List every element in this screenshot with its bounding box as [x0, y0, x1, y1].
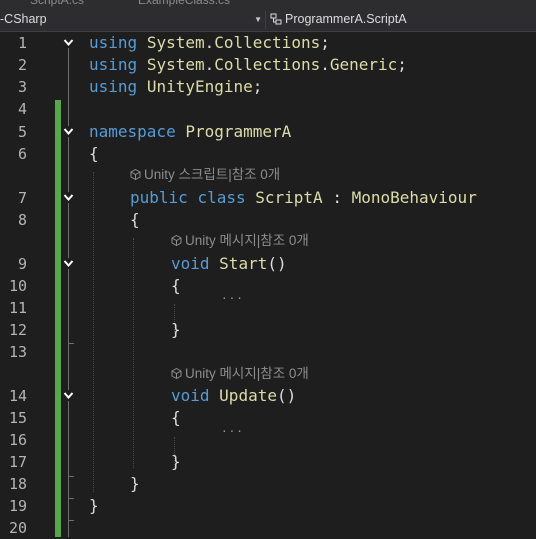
class-icon [270, 13, 282, 25]
code-line[interactable]: 2 using System.Collections.Generic; [0, 54, 536, 76]
line-number: 1 [17, 34, 27, 52]
code-text: { [130, 210, 140, 229]
code-line[interactable]: 15 { [0, 407, 536, 429]
code-line[interactable]: 5 namespace ProgrammerA [0, 121, 536, 143]
code-line[interactable]: 18} [0, 473, 536, 495]
tab-exampleclass[interactable]: ExampleClass.cs [138, 0, 230, 8]
project-label: -CSharp [0, 12, 47, 26]
code-text: } [89, 496, 99, 515]
code-line[interactable]: 10 { [0, 275, 536, 297]
collapse-toggle-icon[interactable] [63, 126, 74, 137]
code-text: namespace ProgrammerA [89, 122, 292, 141]
code-lens-update[interactable]: Unity 메시지|참조 0개 [171, 363, 309, 385]
code-line[interactable]: 17} [0, 451, 536, 473]
code-text: public class ScriptA : MonoBehaviour [130, 188, 477, 207]
line-number: 17 [8, 453, 27, 471]
code-text: void Start() [171, 254, 287, 273]
chevron-down-icon: ▼ [254, 15, 262, 24]
code-line[interactable]: 3 using UnityEngine; [0, 76, 536, 98]
code-line[interactable]: 13 [0, 341, 536, 363]
unity-cube-icon [130, 169, 141, 180]
line-number: 19 [8, 497, 27, 515]
code-lens-class[interactable]: Unity 스크립트|참조 0개 [130, 164, 280, 186]
line-number: 20 [8, 519, 27, 537]
code-text: using System.Collections; [89, 33, 330, 52]
code-line[interactable]: 1 using System.Collections; [0, 32, 536, 54]
code-line[interactable]: 6{ [0, 143, 536, 165]
code-text: void Update() [171, 386, 297, 405]
code-text: using System.Collections.Generic; [89, 55, 407, 74]
collapse-toggle-icon[interactable] [63, 37, 74, 48]
unity-cube-icon [171, 235, 182, 246]
code-text: } [171, 452, 181, 471]
document-tab-strip: ScriptA.cs ExampleClass.cs [0, 0, 536, 8]
line-number: 14 [8, 387, 27, 405]
code-editor[interactable]: Unity 스크립트|참조 0개 Unity 메시지|참조 0개 Unity 메… [0, 32, 536, 537]
navigation-bar: -CSharp ▼ ProgrammerA.ScriptA [0, 8, 536, 32]
line-number: 11 [8, 299, 27, 317]
project-dropdown[interactable]: -CSharp ▼ [0, 10, 262, 29]
line-number: 15 [8, 409, 27, 427]
line-number: 10 [8, 277, 27, 295]
code-line[interactable]: 4 [0, 98, 536, 120]
line-number: 7 [17, 189, 27, 207]
code-line[interactable]: 16 [0, 429, 536, 451]
suggestion-dots: ··· [221, 425, 244, 438]
code-text: { [89, 144, 99, 163]
line-number: 6 [17, 145, 27, 163]
tab-scripta[interactable]: ScriptA.cs [30, 0, 84, 8]
line-number: 12 [8, 321, 27, 339]
line-number: 13 [8, 343, 27, 361]
line-number: 4 [17, 100, 27, 118]
member-label: ProgrammerA.ScriptA [285, 12, 407, 26]
line-number: 16 [8, 431, 27, 449]
line-number: 9 [17, 255, 27, 273]
collapse-toggle-icon[interactable] [63, 192, 74, 203]
code-line[interactable]: 7 public class ScriptA : MonoBehaviour [0, 187, 536, 209]
line-number: 5 [17, 123, 27, 141]
nav-divider [265, 11, 266, 29]
code-line[interactable]: 8{ [0, 209, 536, 231]
code-text: { [171, 408, 181, 427]
member-dropdown[interactable]: ProgrammerA.ScriptA [270, 10, 536, 29]
code-line[interactable]: 12} [0, 319, 536, 341]
line-number: 8 [17, 211, 27, 229]
code-text: } [171, 320, 181, 339]
code-text: { [171, 276, 181, 295]
code-text: } [130, 474, 140, 493]
code-line[interactable]: 19} [0, 495, 536, 517]
code-text: using UnityEngine; [89, 77, 263, 96]
collapse-toggle-icon[interactable] [63, 258, 74, 269]
suggestion-dots: ··· [221, 292, 244, 305]
line-number: 2 [17, 56, 27, 74]
collapse-toggle-icon[interactable] [63, 390, 74, 401]
code-lens-start[interactable]: Unity 메시지|참조 0개 [171, 230, 309, 252]
code-line[interactable]: 11 [0, 297, 536, 319]
code-line[interactable]: 9 void Start() [0, 253, 536, 275]
line-number: 3 [17, 78, 27, 96]
line-number: 18 [8, 475, 27, 493]
code-line[interactable]: 20 [0, 517, 536, 539]
unity-cube-icon [171, 368, 182, 379]
code-line[interactable]: 14 void Update() [0, 385, 536, 407]
